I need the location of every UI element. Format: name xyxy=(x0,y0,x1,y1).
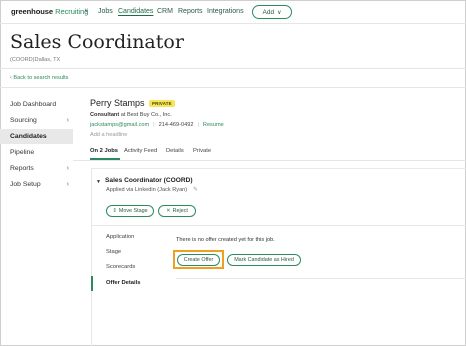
candidate-contact: jackstamps@gmail.com | 214-469-0492 | Resume xyxy=(90,122,224,128)
sidebar-item-reports[interactable]: Reports › xyxy=(0,161,73,176)
sidebar-item-label: Reports xyxy=(10,165,34,172)
panel-divider xyxy=(91,225,466,226)
no-offer-message: There is no offer created yet for this j… xyxy=(176,237,275,243)
nav-candidates[interactable]: Candidates xyxy=(118,8,153,15)
tab-on-jobs[interactable]: On 2 Jobs xyxy=(90,148,118,154)
create-offer-button[interactable]: Create Offer xyxy=(177,254,220,266)
header-divider xyxy=(0,68,466,69)
move-stage-button[interactable]: ⇕ Move Stage xyxy=(106,205,154,217)
sidebar-item-label: Job Setup xyxy=(10,181,41,188)
nav-reports[interactable]: Reports xyxy=(178,8,203,15)
move-stage-label: Move Stage xyxy=(118,208,148,214)
top-nav: greenhouse Recruiting ∨ Jobs Candidates … xyxy=(0,0,466,24)
candidate-company: at Best Buy Co., Inc. xyxy=(120,112,172,118)
resume-link[interactable]: Resume xyxy=(203,122,224,128)
close-icon: ✕ xyxy=(166,208,171,214)
private-badge: PRIVATE xyxy=(149,100,175,107)
applied-source: Applied via Linkedin (Jack Ryan) xyxy=(106,187,188,193)
nav-integrations[interactable]: Integrations xyxy=(207,8,244,15)
job-title: Sales Coordinator (COORD) xyxy=(105,177,193,184)
nav-crm[interactable]: CRM xyxy=(157,8,173,15)
sidebar-item-pipeline[interactable]: Pipeline xyxy=(0,145,73,160)
header-divider xyxy=(0,87,466,88)
sidebar-item-label: Pipeline xyxy=(10,149,35,156)
candidate-role: Consultant at Best Buy Co., Inc. xyxy=(90,112,172,118)
phone-number: 214-469-0492 xyxy=(158,122,194,128)
move-arrows-icon: ⇕ xyxy=(112,208,117,214)
chevron-right-icon: › xyxy=(66,181,69,188)
stage-link-application[interactable]: Application xyxy=(106,234,134,240)
add-button[interactable]: Add ∨ xyxy=(252,5,292,19)
email-link[interactable]: jackstamps@gmail.com xyxy=(90,122,149,128)
sidebar-item-label: Job Dashboard xyxy=(10,101,57,108)
offer-divider xyxy=(176,278,466,279)
chevron-right-icon: › xyxy=(66,117,69,124)
stage-link-stage[interactable]: Stage xyxy=(106,249,121,255)
stage-link-offer-details[interactable]: Offer Details xyxy=(106,280,140,286)
page-title: Sales Coordinator xyxy=(10,31,184,53)
logo-brand: greenhouse xyxy=(11,7,54,16)
sidebar-item-label: Sourcing xyxy=(10,117,37,124)
collapse-triangle-icon[interactable]: ▼ xyxy=(96,179,101,185)
reject-button[interactable]: ✕ Reject xyxy=(158,205,196,217)
chevron-down-icon: ∨ xyxy=(277,9,282,16)
nav-jobs[interactable]: Jobs xyxy=(98,8,113,15)
mark-hired-button[interactable]: Mark Candidate as Hired xyxy=(227,254,301,266)
chevron-down-icon[interactable]: ∨ xyxy=(84,7,88,14)
chevron-right-icon: › xyxy=(66,165,69,172)
job-subtitle: (COORD)Dallas, TX xyxy=(10,57,61,63)
back-link-label: Back to search results xyxy=(13,75,69,81)
tabs-divider xyxy=(73,160,466,161)
sidebar-item-job-setup[interactable]: Job Setup › xyxy=(0,177,73,192)
greenhouse-logo[interactable]: greenhouse Recruiting xyxy=(11,7,88,16)
add-button-label: Add xyxy=(262,8,275,16)
tab-activity-feed[interactable]: Activity Feed xyxy=(124,148,157,154)
candidate-title: Consultant xyxy=(90,112,120,118)
create-offer-label: Create Offer xyxy=(183,257,214,263)
add-headline-link[interactable]: Add a headline xyxy=(90,132,127,138)
candidate-name: Perry Stamps xyxy=(90,98,145,108)
tab-private[interactable]: Private xyxy=(193,148,211,154)
sidebar-item-sourcing[interactable]: Sourcing › xyxy=(0,113,73,128)
sidebar-item-job-dashboard[interactable]: Job Dashboard xyxy=(0,97,73,112)
reject-label: Reject xyxy=(172,208,188,214)
sidebar-item-label: Candidates xyxy=(10,133,47,140)
stage-link-scorecards[interactable]: Scorecards xyxy=(106,264,135,270)
active-stage-indicator xyxy=(91,276,93,291)
separator: | xyxy=(197,122,199,128)
back-link[interactable]: ‹ Back to search results xyxy=(10,75,68,81)
tab-details[interactable]: Details xyxy=(166,148,184,154)
mark-hired-label: Mark Candidate as Hired xyxy=(234,257,294,263)
pencil-icon[interactable]: ✎ xyxy=(193,186,198,193)
sidebar-item-candidates[interactable]: Candidates xyxy=(0,129,73,144)
separator: | xyxy=(153,122,155,128)
